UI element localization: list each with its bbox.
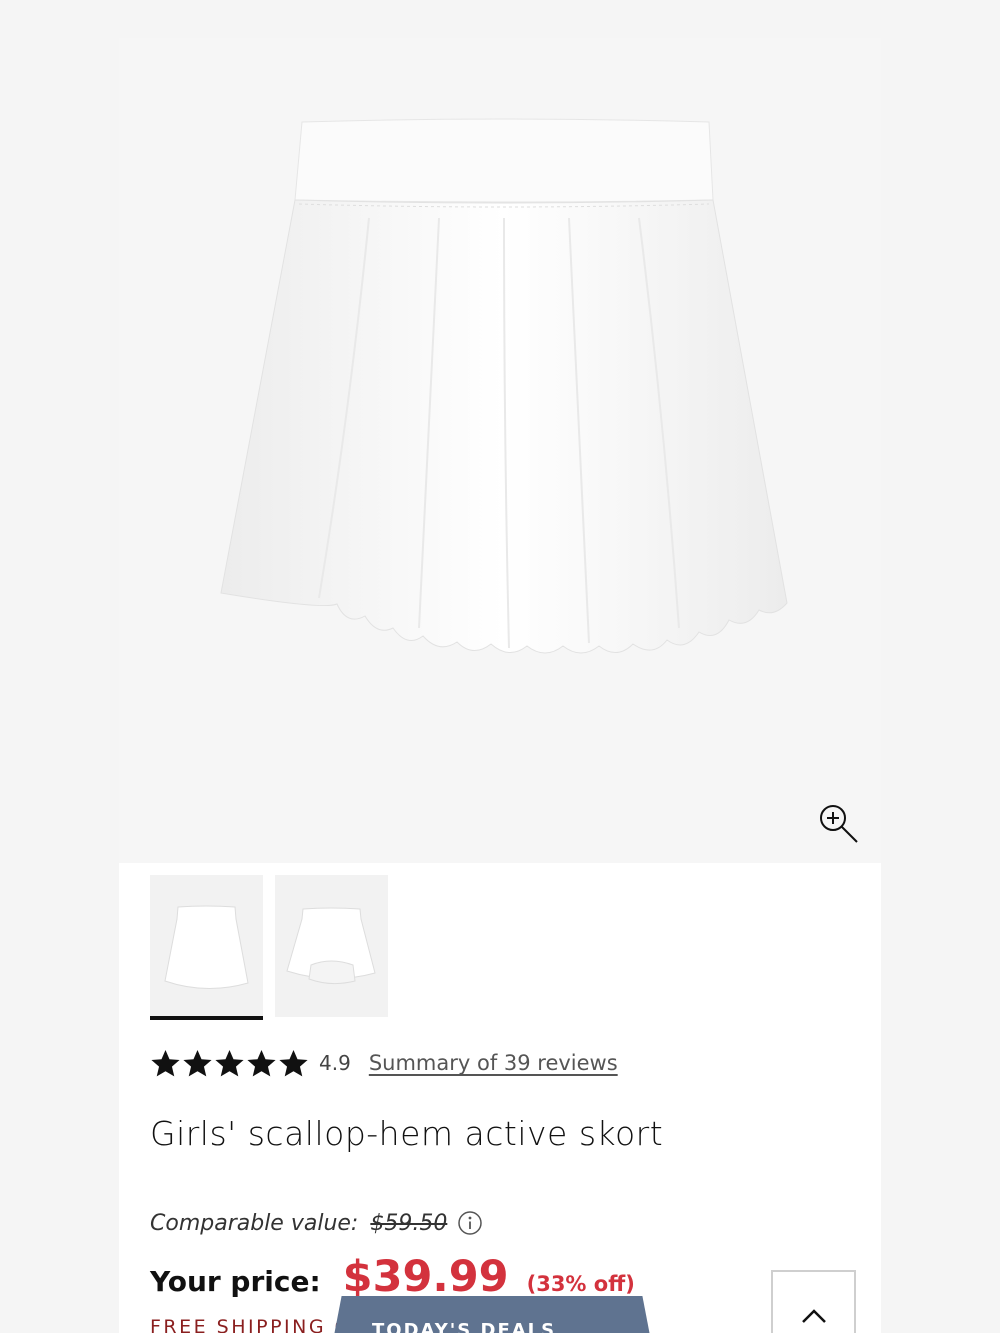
chevron-up-icon (802, 1309, 826, 1323)
scroll-to-top-button[interactable] (771, 1270, 856, 1333)
zoom-button[interactable] (817, 802, 861, 846)
thumbnail-front[interactable] (150, 875, 263, 1020)
product-hero-image[interactable] (119, 38, 881, 863)
star-icon (215, 1049, 244, 1076)
discount-badge: (33% off) (526, 1272, 635, 1296)
comparable-value-row: Comparable value: $59.50 (150, 1210, 483, 1236)
star-icon (279, 1049, 308, 1076)
todays-deals-button[interactable]: TODAY'S DEALS (332, 1296, 652, 1333)
info-icon[interactable] (457, 1210, 483, 1236)
comparable-price: $59.50 (370, 1210, 448, 1236)
zoom-in-icon (820, 805, 858, 843)
reviews-summary-link[interactable]: Summary of 39 reviews (369, 1051, 618, 1075)
skort-image (220, 118, 788, 654)
price-label: Your price: (150, 1265, 321, 1298)
product-page: 4.9 Summary of 39 reviews Girls' scallop… (119, 38, 881, 1333)
comparable-label: Comparable value: (150, 1210, 359, 1236)
product-title: Girls' scallop-hem active skort (150, 1114, 664, 1153)
star-icon (183, 1049, 212, 1076)
sale-price: $39.99 (342, 1252, 509, 1302)
star-rating (150, 1048, 309, 1079)
star-icon (151, 1049, 180, 1076)
shipping-note: FREE SHIPPING C (150, 1316, 351, 1333)
price-row: Your price: $39.99 (33% off) (150, 1252, 635, 1302)
thumbnail-back[interactable] (275, 875, 388, 1017)
star-icon (247, 1049, 276, 1076)
thumbnail-front-image (164, 905, 249, 989)
thumbnail-back-image (286, 907, 376, 985)
rating-value: 4.9 (319, 1051, 351, 1075)
rating-row: 4.9 Summary of 39 reviews (150, 1045, 618, 1081)
